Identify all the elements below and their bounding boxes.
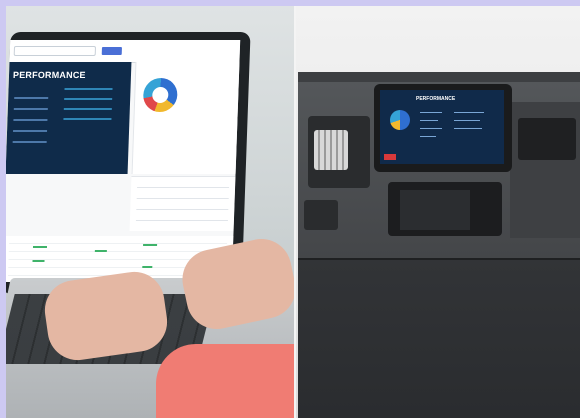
pie-chart (390, 110, 410, 130)
donut-chart-card (131, 62, 241, 174)
device-screen: PERFORMANCE (380, 90, 504, 164)
roller (314, 130, 348, 170)
laptop-screen: PERFORMANCE (6, 40, 241, 282)
machine-left-panel (304, 200, 338, 230)
sleeve (156, 344, 294, 418)
machine-photo: PERFORMANCE (296, 6, 580, 418)
device-performance-heading: PERFORMANCE (416, 96, 456, 102)
laptop-photo: PERFORMANCE (6, 6, 294, 418)
metric-values (63, 88, 113, 128)
donut-chart (142, 78, 178, 112)
topbar-button (101, 47, 122, 55)
machine-lower-body (298, 258, 580, 418)
machine-side-window (518, 118, 576, 160)
search-box (13, 46, 97, 56)
performance-heading: PERFORMANCE (12, 70, 86, 80)
metric-labels (7, 88, 55, 143)
performance-panel: PERFORMANCE (6, 62, 132, 174)
device-red-button (384, 154, 396, 160)
laptop-app-topbar (9, 40, 241, 63)
note-slot-inner (400, 190, 470, 230)
side-list-card (129, 176, 236, 231)
machine-seam (298, 258, 580, 260)
